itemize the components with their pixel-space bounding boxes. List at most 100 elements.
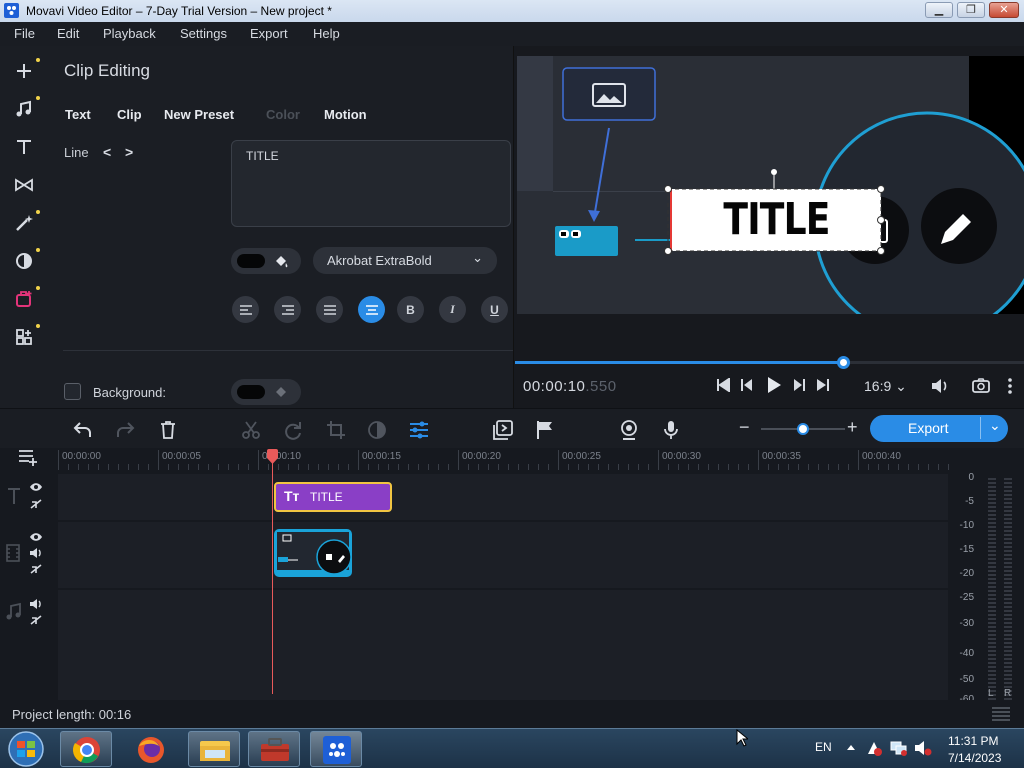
background-color-picker[interactable] — [231, 379, 301, 405]
playback-progress[interactable] — [515, 356, 1024, 369]
volume-icon[interactable] — [930, 377, 950, 395]
restore-button[interactable]: ❐ — [957, 2, 985, 18]
zoom-in-button[interactable]: + — [847, 417, 858, 438]
menu-file[interactable]: File — [14, 26, 35, 41]
title-overlay-text[interactable]: TITLE — [691, 194, 862, 246]
next-frame-icon[interactable] — [792, 378, 806, 392]
network-icon[interactable] — [890, 740, 908, 756]
snapshot-icon[interactable] — [972, 377, 990, 393]
redo-icon[interactable] — [114, 419, 136, 441]
clip-properties-icon[interactable] — [408, 419, 430, 441]
lock-icon[interactable] — [29, 563, 43, 575]
preview-canvas[interactable]: TITLE — [517, 56, 1024, 314]
menu-edit[interactable]: Edit — [57, 26, 79, 41]
zoom-slider[interactable] — [761, 423, 845, 435]
cut-icon[interactable] — [240, 419, 262, 441]
speaker-icon[interactable] — [29, 598, 43, 610]
justify-button[interactable] — [316, 296, 343, 323]
export-button[interactable]: Export ⌄ — [870, 415, 1008, 442]
insert-icon[interactable] — [492, 419, 514, 441]
menu-settings[interactable]: Settings — [180, 26, 227, 41]
video-track[interactable] — [58, 522, 948, 588]
record-webcam-icon[interactable] — [618, 419, 640, 441]
align-left-button[interactable] — [232, 296, 259, 323]
start-button[interactable] — [6, 730, 46, 768]
taskbar-firefox[interactable] — [124, 731, 176, 767]
text-icon[interactable] — [8, 132, 40, 162]
eye-icon[interactable] — [29, 532, 43, 542]
title-track[interactable] — [58, 474, 948, 520]
taskbar-explorer[interactable] — [188, 731, 240, 767]
menu-playback[interactable]: Playback — [103, 26, 156, 41]
video-clip[interactable] — [274, 529, 352, 577]
eye-icon[interactable] — [29, 482, 43, 492]
filters-icon[interactable] — [8, 246, 40, 276]
music-icon[interactable] — [8, 94, 40, 124]
speaker-icon[interactable] — [29, 547, 43, 559]
clock-time[interactable]: 11:31 PM — [948, 734, 998, 748]
italic-button[interactable]: I — [439, 296, 466, 323]
ruler-tick-mark — [58, 450, 59, 470]
add-track-icon[interactable] — [18, 448, 40, 466]
language-indicator[interactable]: EN — [815, 740, 832, 754]
underline-button[interactable]: U — [481, 296, 508, 323]
line-prev-button[interactable]: < — [103, 144, 111, 160]
tab-motion[interactable]: Motion — [324, 107, 367, 122]
ruler-tick-mark — [448, 464, 449, 470]
text-color-picker[interactable] — [231, 248, 301, 274]
skip-end-icon[interactable] — [816, 378, 830, 392]
meter-segment — [1004, 662, 1012, 664]
skip-start-icon[interactable] — [716, 378, 730, 392]
font-select[interactable]: Akrobat ExtraBold ⌄ — [313, 247, 497, 274]
lock-icon[interactable] — [29, 498, 43, 510]
ruler-tick-mark — [938, 464, 939, 470]
show-hidden-icons[interactable] — [846, 743, 856, 751]
zoom-out-button[interactable]: − — [739, 417, 750, 438]
tab-text[interactable]: Text — [65, 107, 91, 122]
title-text-input[interactable]: TITLE — [231, 140, 511, 227]
more-options-icon[interactable] — [1007, 377, 1013, 395]
add-icon[interactable] — [8, 56, 40, 86]
app-icon — [4, 3, 19, 18]
align-right-button[interactable] — [274, 296, 301, 323]
zoom-slider-handle[interactable] — [797, 423, 809, 435]
chevron-down-icon[interactable]: ⌄ — [989, 417, 1001, 434]
action-center-icon[interactable] — [866, 740, 882, 756]
playhead-handle[interactable] — [266, 449, 279, 465]
marker-flag-icon[interactable] — [534, 419, 556, 441]
volume-tray-icon[interactable] — [914, 740, 932, 756]
minimize-button[interactable]: ▁ — [925, 2, 953, 18]
aspect-ratio-select[interactable]: 16:9 ⌄ — [864, 378, 907, 395]
color-adjust-icon[interactable] — [366, 419, 388, 441]
microphone-icon[interactable] — [660, 419, 682, 441]
crop-icon[interactable] — [325, 419, 347, 441]
magic-icon[interactable] — [8, 208, 40, 238]
rotate-icon[interactable] — [282, 419, 304, 441]
meter-settings-icon[interactable] — [991, 706, 1011, 722]
menu-export[interactable]: Export — [250, 26, 288, 41]
taskbar-toolbox[interactable] — [248, 731, 300, 767]
audio-track[interactable] — [58, 590, 948, 700]
clock-date[interactable]: 7/14/2023 — [948, 751, 1001, 765]
stickers-icon[interactable] — [8, 284, 40, 314]
time-ruler[interactable]: 00:00:00 00:00:05 00:00:10 00:00:15 00:00:20… — [58, 448, 949, 472]
close-button[interactable]: ✕ — [989, 2, 1019, 18]
delete-icon[interactable] — [157, 419, 179, 441]
background-checkbox[interactable] — [64, 383, 81, 400]
tab-new-preset[interactable]: New Preset — [164, 107, 234, 122]
line-next-button[interactable]: > — [125, 144, 133, 160]
play-icon[interactable] — [765, 375, 783, 395]
taskbar-chrome[interactable] — [60, 731, 112, 767]
align-center-button[interactable] — [358, 296, 385, 323]
more-tools-icon[interactable] — [8, 322, 40, 352]
undo-icon[interactable] — [72, 419, 94, 441]
title-clip[interactable]: Tт TITLE — [274, 482, 392, 512]
taskbar-movavi[interactable] — [310, 731, 362, 767]
lock-icon[interactable] — [29, 614, 43, 626]
bold-button[interactable]: B — [397, 296, 424, 323]
scrubber-handle[interactable] — [837, 356, 851, 369]
menu-help[interactable]: Help — [313, 26, 340, 41]
previous-frame-icon[interactable] — [740, 378, 754, 392]
transitions-icon[interactable] — [8, 170, 40, 200]
tab-clip[interactable]: Clip — [117, 107, 142, 122]
